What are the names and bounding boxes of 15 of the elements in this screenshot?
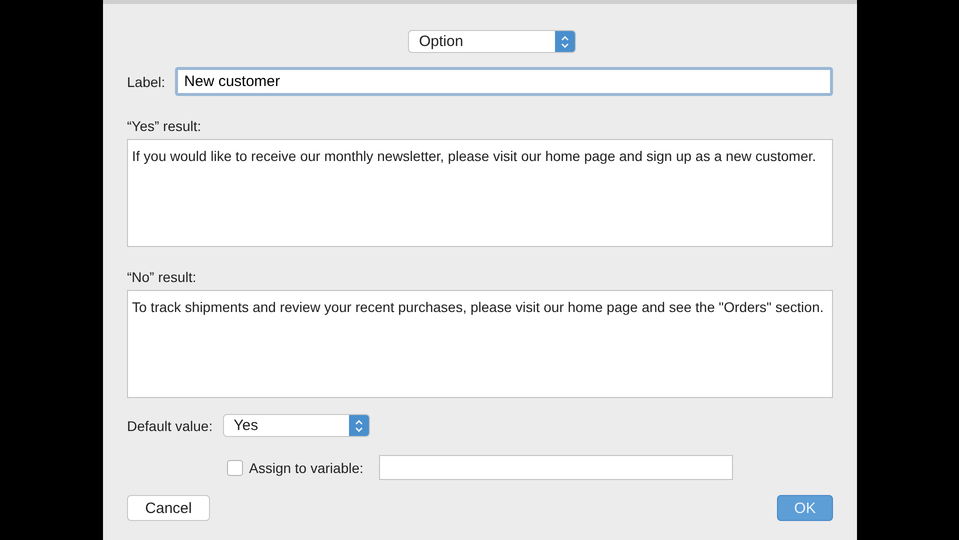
updown-arrows-icon bbox=[354, 418, 364, 432]
variable-field[interactable] bbox=[379, 455, 734, 480]
checkbox-label: Assign to variable: bbox=[249, 460, 364, 476]
result-text-area[interactable]: If you would like to receive our monthly newsletter, please visit our home page and sign up as a new customer. bbox=[127, 139, 833, 247]
cancel-button[interactable]: Cancel bbox=[127, 495, 210, 521]
updown-arrows-icon bbox=[560, 34, 570, 48]
popup-menu[interactable]: Yes bbox=[222, 414, 370, 437]
field-label: Default value: bbox=[127, 418, 213, 434]
popup-menu[interactable]: Option bbox=[408, 30, 576, 53]
section-label: “Yes” result: bbox=[127, 118, 202, 134]
section-label: “No” result: bbox=[127, 269, 198, 285]
result-text-area[interactable]: To track shipments and review your recent purchases, please visit our home page and see the "Orders" section. bbox=[127, 290, 833, 398]
label-field[interactable]: New customer bbox=[175, 67, 833, 96]
field-label: Label: bbox=[127, 74, 166, 90]
checkbox[interactable] bbox=[227, 460, 243, 476]
